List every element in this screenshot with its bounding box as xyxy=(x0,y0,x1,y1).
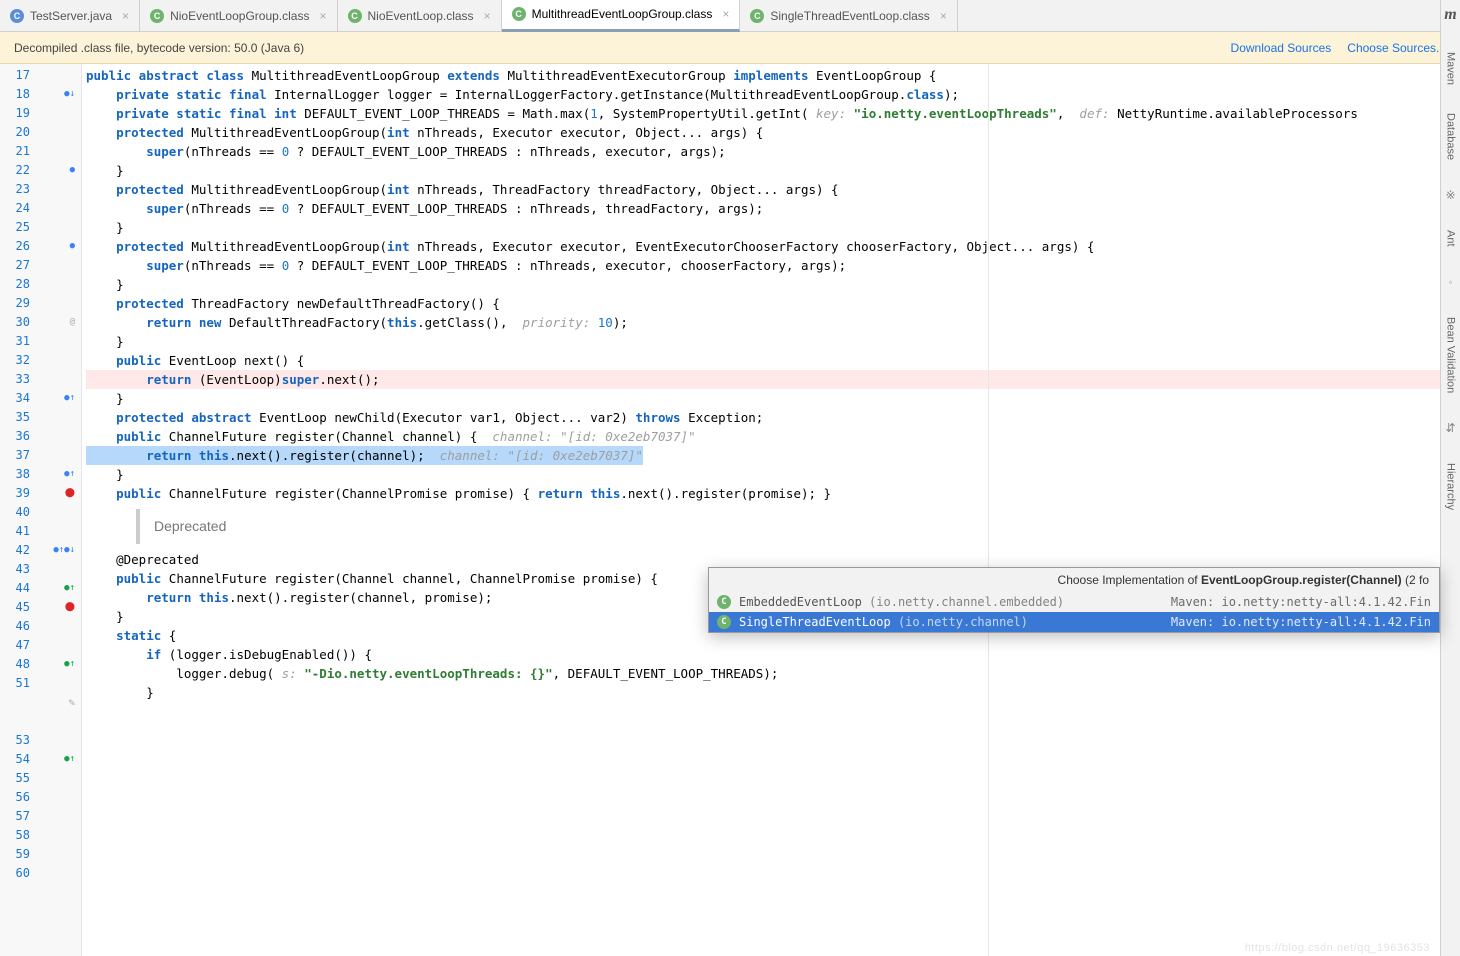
close-icon[interactable]: × xyxy=(722,7,729,21)
tab-nioeventloopgroup[interactable]: C NioEventLoopGroup.class × xyxy=(140,0,337,32)
side-tool-database[interactable]: Database xyxy=(1445,113,1457,160)
implementation-option[interactable]: CSingleThreadEventLoop (io.netty.channel… xyxy=(709,612,1439,632)
tab-label: SingleThreadEventLoop.class xyxy=(770,9,929,23)
editor-area: 1718●↓19202122●23242526●27282930@3132333… xyxy=(0,64,1460,956)
side-tool-hierarchy[interactable]: Hierarchy xyxy=(1445,463,1457,510)
tab-testserver[interactable]: C TestServer.java × xyxy=(0,0,140,32)
decompiled-banner: Decompiled .class file, bytecode version… xyxy=(0,32,1460,64)
hierarchy-icon: ⇵ xyxy=(1445,421,1455,435)
popup-title: Choose Implementation of EventLoopGroup.… xyxy=(709,568,1439,592)
choose-sources-link[interactable]: Choose Sources... xyxy=(1347,41,1446,55)
close-icon[interactable]: × xyxy=(122,9,129,23)
watermark: https://blog.csdn.net/qq_19636353 xyxy=(1245,942,1430,954)
close-icon[interactable]: × xyxy=(940,9,947,23)
implementation-option[interactable]: CEmbeddedEventLoop (io.netty.channel.emb… xyxy=(709,592,1439,612)
download-sources-link[interactable]: Download Sources xyxy=(1231,41,1332,55)
class-icon: C xyxy=(512,7,526,21)
right-margin-line xyxy=(988,64,989,956)
tab-label: NioEventLoop.class xyxy=(368,9,474,23)
tab-singlethreadeventloop[interactable]: C SingleThreadEventLoop.class × xyxy=(740,0,957,32)
class-icon: C xyxy=(348,9,362,23)
java-class-icon: C xyxy=(10,9,24,23)
gutter[interactable]: 1718●↓19202122●23242526●27282930@3132333… xyxy=(0,64,82,956)
class-icon: C xyxy=(150,9,164,23)
class-icon: C xyxy=(717,615,731,629)
tab-nioeventloop[interactable]: C NioEventLoop.class × xyxy=(338,0,502,32)
tab-multithreadeventloopgroup[interactable]: C MultithreadEventLoopGroup.class × xyxy=(502,0,741,32)
banner-message: Decompiled .class file, bytecode version… xyxy=(14,41,304,55)
maven-icon[interactable]: m xyxy=(1444,6,1456,24)
side-tool-ant[interactable]: Ant xyxy=(1445,230,1457,247)
choose-implementation-popup: Choose Implementation of EventLoopGroup.… xyxy=(708,567,1440,633)
tab-label: TestServer.java xyxy=(30,9,112,23)
side-tool-maven[interactable]: Maven xyxy=(1445,52,1457,85)
bean-validation-icon: ◦ xyxy=(1448,275,1452,289)
ant-icon: ※ xyxy=(1445,188,1455,202)
code-area[interactable]: public abstract class MultithreadEventLo… xyxy=(82,64,1460,956)
editor-tabs: C TestServer.java × C NioEventLoopGroup.… xyxy=(0,0,1460,32)
side-tool-bean-validation[interactable]: Bean Validation xyxy=(1445,317,1457,393)
close-icon[interactable]: × xyxy=(484,9,491,23)
tab-label: NioEventLoopGroup.class xyxy=(170,9,309,23)
class-icon: C xyxy=(717,595,731,609)
class-icon: C xyxy=(750,9,764,23)
close-icon[interactable]: × xyxy=(319,9,326,23)
right-tool-strip: m Maven Database ※ Ant ◦ Bean Validation… xyxy=(1440,0,1460,956)
tab-label: MultithreadEventLoopGroup.class xyxy=(532,7,713,21)
